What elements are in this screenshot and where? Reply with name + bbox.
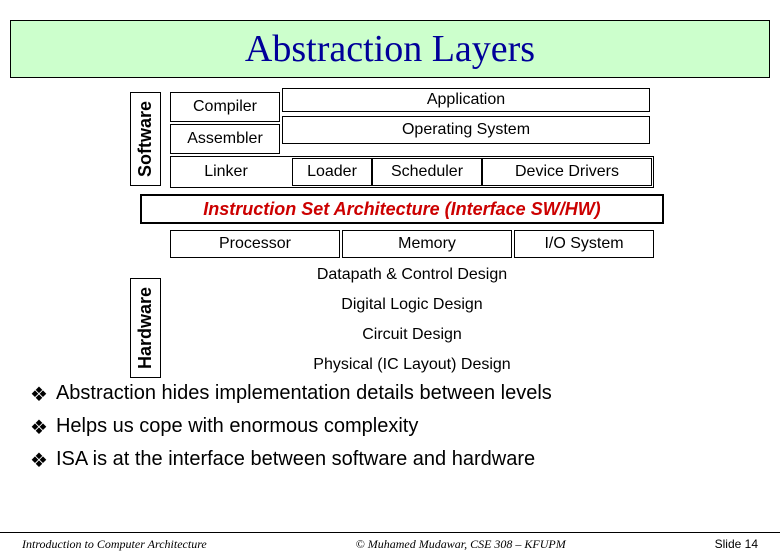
software-label: Software <box>130 92 161 186</box>
abstraction-diagram: Software Hardware Compiler Application A… <box>10 88 770 368</box>
box-isa: Instruction Set Architecture (Interface … <box>140 194 664 224</box>
diamond-bullet-icon: ❖ <box>30 382 48 407</box>
bullet-item: ❖ Helps us cope with enormous complexity <box>30 415 760 440</box>
diamond-bullet-icon: ❖ <box>30 448 48 473</box>
bullet-text: Abstraction hides implementation details… <box>56 382 552 405</box>
box-linker: Linker <box>176 158 276 186</box>
footer-center: © Muhamed Mudawar, CSE 308 – KFUPM <box>356 537 566 552</box>
box-assembler: Assembler <box>170 124 280 154</box>
box-os: Operating System <box>282 116 650 144</box>
box-io: I/O System <box>514 230 654 258</box>
slide-footer: Introduction to Computer Architecture © … <box>0 532 780 552</box>
box-memory: Memory <box>342 230 512 258</box>
box-loader: Loader <box>292 158 372 186</box>
box-application: Application <box>282 88 650 112</box>
diamond-bullet-icon: ❖ <box>30 415 48 440</box>
box-processor: Processor <box>170 230 340 258</box>
box-scheduler: Scheduler <box>372 158 482 186</box>
box-compiler: Compiler <box>170 92 280 122</box>
footer-left: Introduction to Computer Architecture <box>22 537 207 552</box>
slide-title: Abstraction Layers <box>10 20 770 78</box>
hardware-label: Hardware <box>130 278 161 378</box>
bullet-text: ISA is at the interface between software… <box>56 448 535 471</box>
bullet-item: ❖ Abstraction hides implementation detai… <box>30 382 760 407</box>
row-physical: Physical (IC Layout) Design <box>170 356 654 374</box>
footer-right: Slide 14 <box>715 537 758 552</box>
row-datapath: Datapath & Control Design <box>170 266 654 284</box>
row-circuit: Circuit Design <box>170 326 654 344</box>
row-digital: Digital Logic Design <box>170 296 654 314</box>
bullet-text: Helps us cope with enormous complexity <box>56 415 418 438</box>
bullet-list: ❖ Abstraction hides implementation detai… <box>30 382 760 473</box>
bullet-item: ❖ ISA is at the interface between softwa… <box>30 448 760 473</box>
box-device-drivers: Device Drivers <box>482 158 652 186</box>
